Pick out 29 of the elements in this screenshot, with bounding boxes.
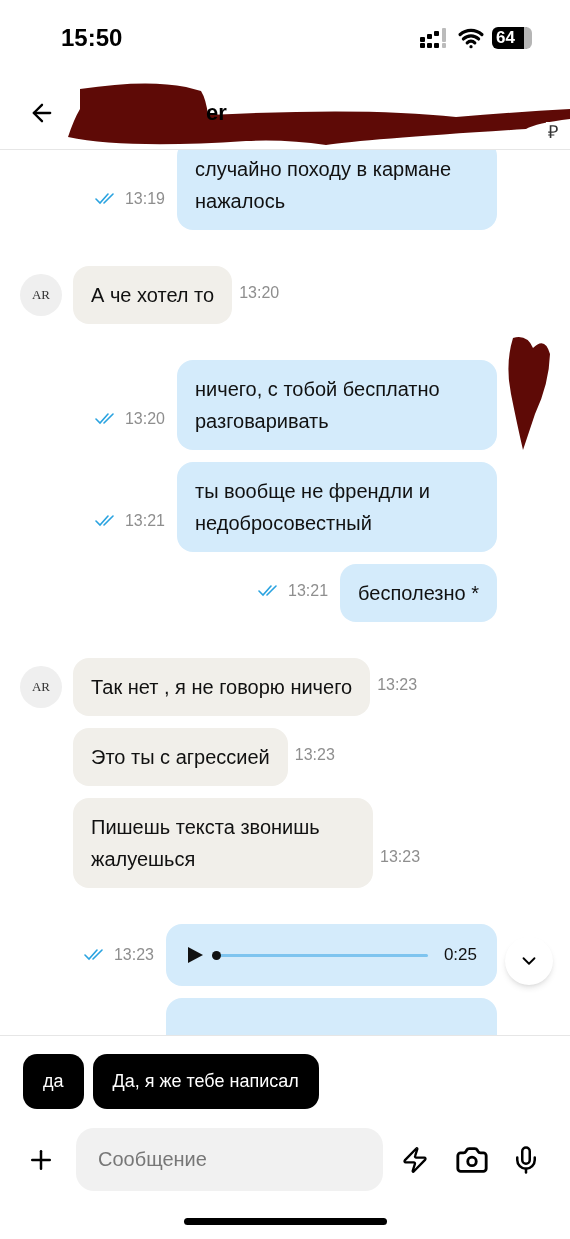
message-time: 13:20	[239, 283, 280, 303]
avatar[interactable]: AR	[20, 666, 62, 708]
message-bubble: случайно походу в кармане нажалось	[177, 150, 497, 230]
message-time: 13:20	[124, 409, 165, 429]
message-bubble: ты вообще не френдли и недобросовестный	[177, 462, 497, 552]
message-time: 13:23	[380, 847, 421, 867]
avatar[interactable]: AR	[20, 274, 62, 316]
message-bubble: Так нет , я не говорю ничего	[73, 658, 371, 716]
message-bubble: А че хотел то	[73, 266, 233, 324]
message-bubble: Пишешь текста звонишь жалуешься	[73, 798, 373, 888]
message-bubble: бесполезно *	[340, 564, 497, 622]
message-input[interactable]: Сообщение	[76, 1128, 383, 1191]
message-time: 13:23	[377, 675, 418, 695]
message-time: 13:21	[124, 511, 165, 531]
message-time: 13:23	[113, 945, 154, 965]
lightning-icon[interactable]	[401, 1145, 429, 1174]
voice-duration: 0:25	[443, 944, 477, 967]
message-time: 13:19	[124, 189, 165, 209]
voice-message[interactable]: 0:25	[166, 924, 497, 986]
message-bubble: ничего, с тобой бесплатно разговаривать	[177, 360, 497, 450]
battery-indicator: 64	[492, 27, 532, 49]
message-time: 13:21	[288, 581, 329, 601]
message-time: 13:23	[294, 745, 335, 765]
status-time: 15:50	[61, 23, 123, 53]
quick-reply-chip[interactable]: да	[23, 1054, 84, 1109]
audio-progress-thumb[interactable]	[212, 950, 221, 960]
play-icon[interactable]	[186, 946, 204, 964]
quick-reply-chip[interactable]: Да, я же тебе написал	[92, 1054, 319, 1109]
message-bubble: Это ты с агрессией	[73, 728, 288, 786]
